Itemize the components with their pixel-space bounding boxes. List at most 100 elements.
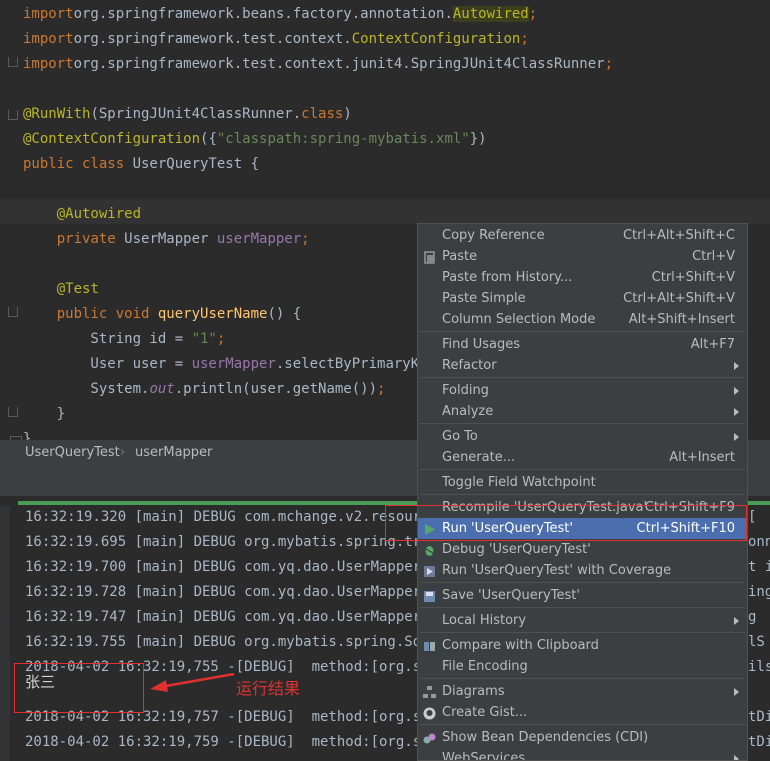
code-line[interactable]: importorg.springframework.test.context.j… (23, 52, 613, 77)
code-line[interactable]: @ContextConfiguration({"classpath:spring… (23, 127, 487, 152)
console-line: 16:32:19.700 [main] DEBUG com.yq.dao.Use… (25, 559, 439, 575)
run-highlight-box (385, 505, 747, 541)
menu-item-shortcut: Ctrl+Shift+V (651, 270, 735, 285)
code-line[interactable]: @RunWith(SpringJUnit4ClassRunner.class) (23, 102, 352, 127)
code-line[interactable]: private UserMapper userMapper; (23, 227, 310, 252)
menu-item-generate[interactable]: Generate... Alt+Insert (418, 447, 747, 468)
code-line[interactable]: @Test (23, 277, 99, 302)
menu-item-analyze[interactable]: Analyze (418, 401, 747, 422)
console-line: 16:32:19.747 [main] DEBUG com.yq.dao.Use… (25, 609, 439, 625)
code-line[interactable]: importorg.springframework.beans.factory.… (23, 2, 537, 27)
menu-item-paste-simple[interactable]: Paste Simple Ctrl+Alt+Shift+V (418, 288, 747, 309)
code-token: }) (469, 131, 487, 147)
menu-item-run-userquerytest-with-coverage[interactable]: Run 'UserQueryTest' with Coverage (418, 560, 747, 581)
code-line[interactable]: User user = userMapper.selectByPrimaryKe… (23, 352, 436, 377)
debug-icon (423, 543, 436, 556)
code-line[interactable]: public void queryUserName() { (23, 302, 301, 327)
code-token: } (23, 431, 32, 440)
menu-item-label: Local History (442, 613, 527, 628)
menu-item-shortcut: Ctrl+V (692, 249, 735, 264)
menu-separator (420, 423, 745, 424)
fold-marker[interactable] (8, 57, 18, 67)
menu-item-go-to[interactable]: Go To (418, 426, 747, 447)
fold-marker[interactable] (8, 307, 18, 317)
menu-item-label: Toggle Field Watchpoint (442, 475, 596, 490)
console-line: 2018-04-02 16:32:19,759 -[DEBUG] method:… (25, 734, 439, 750)
console-line-tail: ing (748, 584, 770, 600)
code-token: "classpath:spring-mybatis.xml" (216, 131, 470, 147)
menu-item-shortcut: Alt+Shift+Insert (628, 312, 735, 327)
menu-item-refactor[interactable]: Refactor (418, 355, 747, 376)
code-token: ; (528, 6, 538, 22)
console-line: 16:32:19.695 [main] DEBUG org.mybatis.sp… (25, 534, 439, 550)
menu-item-create-gist[interactable]: Create Gist... (418, 702, 747, 723)
code-token: String id = (23, 331, 192, 347)
menu-item-label: Debug 'UserQueryTest' (442, 542, 591, 557)
code-token: public class (23, 156, 133, 172)
menu-item-label: Diagrams (442, 684, 505, 699)
menu-item-label: Find Usages (442, 337, 521, 352)
submenu-arrow-icon (734, 433, 739, 441)
breadcrumb-class[interactable]: UserQueryTest (25, 440, 120, 466)
console-line-tail: t i (748, 559, 770, 575)
code-token: .selectByPrimaryKey (275, 356, 437, 372)
code-token: userMapper (191, 356, 276, 372)
submenu-arrow-icon (734, 755, 739, 760)
menu-item-folding[interactable]: Folding (418, 380, 747, 401)
menu-separator (420, 494, 745, 495)
menu-item-find-usages[interactable]: Find Usages Alt+F7 (418, 334, 747, 355)
menu-item-file-encoding[interactable]: File Encoding (418, 656, 747, 677)
console-line: 16:32:19.755 [main] DEBUG org.mybatis.sp… (25, 634, 439, 650)
code-line[interactable]: System.out.println(user.getName()); (23, 377, 385, 402)
console-line-tail: tDi (748, 709, 770, 725)
code-token: User user = (23, 356, 192, 372)
code-line[interactable]: @Autowired (23, 202, 141, 227)
menu-item-compare-with-clipboard[interactable]: Compare with Clipboard (418, 635, 747, 656)
menu-item-diagrams[interactable]: Diagrams (418, 681, 747, 702)
menu-item-label: Compare with Clipboard (442, 638, 599, 653)
code-token: org.springframework.beans.factory.annota… (73, 6, 453, 22)
menu-item-local-history[interactable]: Local History (418, 610, 747, 631)
paste-icon (423, 250, 436, 264)
console-line-tail: g (748, 609, 757, 625)
breadcrumb-separator-icon: › (120, 445, 126, 460)
code-token: ; (520, 31, 529, 47)
console-gutter (0, 506, 10, 761)
menu-item-save-userquerytest[interactable]: Save 'UserQueryTest' (418, 585, 747, 606)
console-line-tail: [ (748, 509, 757, 525)
code-line[interactable]: } (23, 427, 31, 440)
code-token: ContextConfiguration (351, 31, 521, 47)
menu-item-show-bean-dependencies-cdi[interactable]: Show Bean Dependencies (CDI) (418, 727, 747, 748)
code-token: System. (23, 381, 150, 397)
menu-item-copy-reference[interactable]: Copy Reference Ctrl+Alt+Shift+C (418, 225, 747, 246)
code-line[interactable]: String id = "1"; (23, 327, 225, 352)
menu-item-label: Go To (442, 429, 478, 444)
code-token: private (56, 231, 125, 247)
fold-marker[interactable] (8, 407, 18, 417)
submenu-arrow-icon (734, 387, 739, 395)
menu-item-paste[interactable]: Paste Ctrl+V (418, 246, 747, 267)
code-token: UserQueryTest { (132, 156, 260, 172)
menu-item-toggle-field-watchpoint[interactable]: Toggle Field Watchpoint (418, 472, 747, 493)
code-token: () { (267, 306, 302, 322)
code-token: import (23, 6, 74, 22)
menu-item-shortcut: Ctrl+Alt+Shift+C (622, 228, 735, 243)
fold-marker[interactable] (8, 110, 18, 120)
code-line[interactable]: } (23, 402, 65, 427)
code-token: org.springframework.test.context.junit4.… (73, 56, 605, 72)
menu-item-paste-from-history[interactable]: Paste from History... Ctrl+Shift+V (418, 267, 747, 288)
breadcrumb-field[interactable]: userMapper (135, 440, 212, 466)
menu-item-debug-userquerytest[interactable]: Debug 'UserQueryTest' (418, 539, 747, 560)
code-token: ; (604, 56, 614, 72)
code-line[interactable]: importorg.springframework.test.context.C… (23, 27, 529, 52)
menu-item-column-selection-mode[interactable]: Column Selection Mode Alt+Shift+Insert (418, 309, 747, 330)
result-annotation: 运行结果 (236, 679, 301, 698)
menu-item-label: Analyze (442, 404, 494, 419)
submenu-arrow-icon (734, 688, 739, 696)
code-token: ; (377, 381, 386, 397)
menu-item-label: File Encoding (442, 659, 528, 674)
menu-item-webservices[interactable]: WebServices (418, 748, 747, 760)
code-line[interactable]: public class UserQueryTest { (23, 152, 259, 177)
